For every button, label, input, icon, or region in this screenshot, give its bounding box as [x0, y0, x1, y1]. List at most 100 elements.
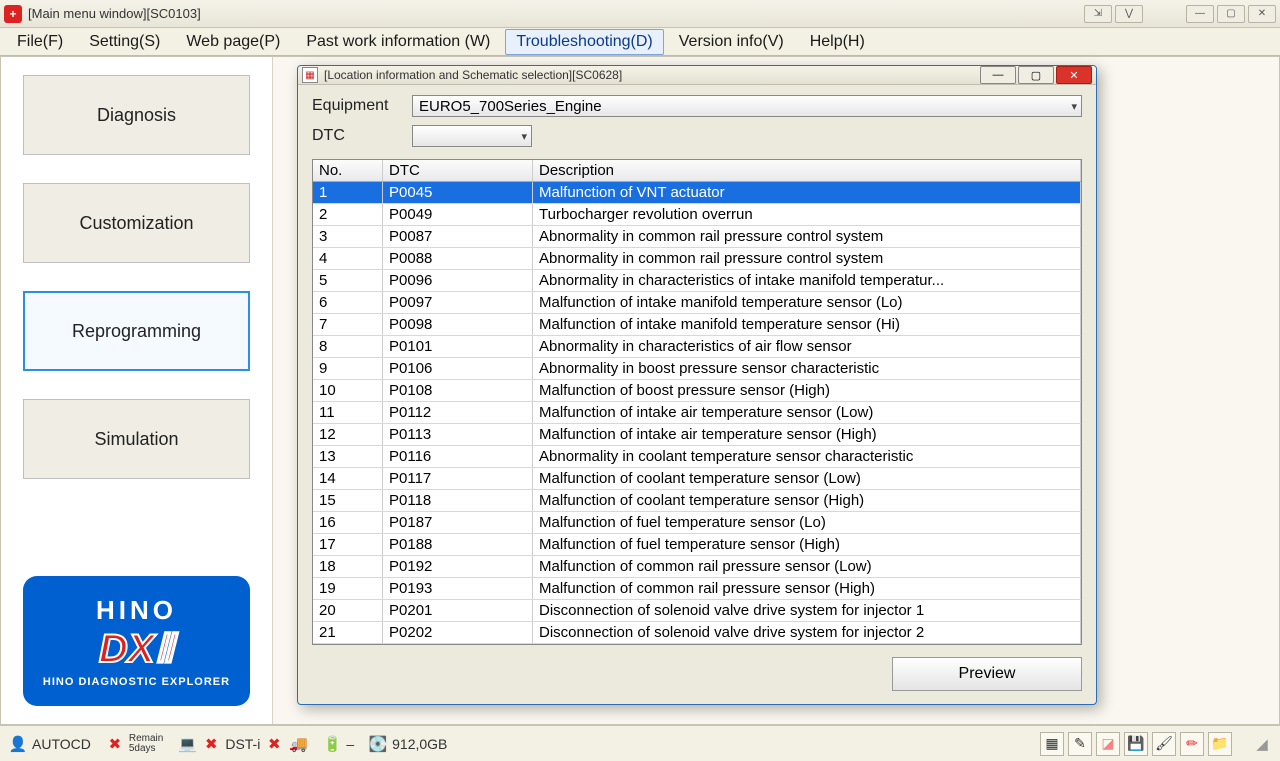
x-icon-2: ✖: [264, 734, 284, 754]
cell-desc: Malfunction of boost pressure sensor (Hi…: [533, 380, 1081, 401]
dialog-icon: ▦: [302, 67, 318, 83]
cell-dtc: P0113: [383, 424, 533, 445]
logo-text-sub: HINO DIAGNOSTIC EXPLORER: [43, 676, 230, 688]
expand-icon[interactable]: ⋁: [1115, 5, 1143, 23]
sidebar-button-diagnosis[interactable]: Diagnosis: [23, 75, 250, 155]
cell-desc: Malfunction of fuel temperature sensor (…: [533, 534, 1081, 555]
resize-grip-icon[interactable]: ◢: [1252, 734, 1272, 754]
cell-no: 6: [313, 292, 383, 313]
disk-chip: 💽 912,0GB: [368, 734, 447, 754]
window-title: [Main menu window][SC0103]: [28, 6, 1081, 21]
cell-no: 4: [313, 248, 383, 269]
cell-desc: Malfunction of fuel temperature sensor (…: [533, 512, 1081, 533]
cell-dtc: P0201: [383, 600, 533, 621]
table-row[interactable]: 7P0098Malfunction of intake manifold tem…: [313, 314, 1081, 336]
col-desc[interactable]: Description: [533, 160, 1081, 181]
table-row[interactable]: 11P0112Malfunction of intake air tempera…: [313, 402, 1081, 424]
table-row[interactable]: 15P0118Malfunction of coolant temperatur…: [313, 490, 1081, 512]
cell-no: 8: [313, 336, 383, 357]
tool-edit-icon[interactable]: ✏: [1180, 732, 1204, 756]
menu-settings[interactable]: Setting(S): [78, 29, 171, 55]
user-name: AUTOCD: [32, 736, 91, 752]
sidebar-button-reprogramming[interactable]: Reprogramming: [23, 291, 250, 371]
cell-desc: Abnormality in characteristics of air fl…: [533, 336, 1081, 357]
preview-button[interactable]: Preview: [892, 657, 1082, 691]
table-row[interactable]: 17P0188Malfunction of fuel temperature s…: [313, 534, 1081, 556]
user-chip: 👤 AUTOCD: [8, 734, 91, 754]
tool-save-icon[interactable]: 💾: [1124, 732, 1148, 756]
dialog-titlebar: ▦ [Location information and Schematic se…: [298, 66, 1096, 85]
cell-no: 10: [313, 380, 383, 401]
restore-down-icon[interactable]: ⇲: [1084, 5, 1112, 23]
logo-text-top: HINO: [96, 595, 177, 626]
cell-desc: Abnormality in common rail pressure cont…: [533, 248, 1081, 269]
table-row[interactable]: 18P0192Malfunction of common rail pressu…: [313, 556, 1081, 578]
cell-no: 12: [313, 424, 383, 445]
dialog-minimize-button[interactable]: —: [980, 66, 1016, 84]
col-no[interactable]: No.: [313, 160, 383, 181]
table-row[interactable]: 13P0116Abnormality in coolant temperatur…: [313, 446, 1081, 468]
minimize-button[interactable]: —: [1186, 5, 1214, 23]
menu-troubleshootingd[interactable]: Troubleshooting(D): [505, 29, 663, 55]
tool-brushes-icon[interactable]: 🖌: [1152, 732, 1176, 756]
table-row[interactable]: 21P0202Disconnection of solenoid valve d…: [313, 622, 1081, 644]
grid-rows[interactable]: 1P0045Malfunction of VNT actuator2P0049T…: [313, 182, 1081, 644]
cell-dtc: P0106: [383, 358, 533, 379]
app-icon: +: [4, 5, 22, 23]
cell-desc: Malfunction of intake manifold temperatu…: [533, 314, 1081, 335]
close-button[interactable]: ✕: [1248, 5, 1276, 23]
menu-filef[interactable]: File(F): [6, 29, 74, 55]
equipment-combo[interactable]: EURO5_700Series_Engine: [412, 95, 1082, 117]
cell-desc: Malfunction of coolant temperature senso…: [533, 490, 1081, 511]
cell-desc: Abnormality in characteristics of intake…: [533, 270, 1081, 291]
cell-no: 1: [313, 182, 383, 203]
table-row[interactable]: 14P0117Malfunction of coolant temperatur…: [313, 468, 1081, 490]
tool-folder-icon[interactable]: 📁: [1208, 732, 1232, 756]
col-dtc[interactable]: DTC: [383, 160, 533, 181]
tool-eraser-icon[interactable]: ◪: [1096, 732, 1120, 756]
cell-no: 19: [313, 578, 383, 599]
dtc-combo[interactable]: [412, 125, 532, 147]
dialog-maximize-button[interactable]: ▢: [1018, 66, 1054, 84]
table-row[interactable]: 20P0201Disconnection of solenoid valve d…: [313, 600, 1081, 622]
battery-icon: 🔋: [322, 734, 342, 754]
menu-versioninfov[interactable]: Version info(V): [668, 29, 795, 55]
menu-webpagep[interactable]: Web page(P): [175, 29, 291, 55]
table-row[interactable]: 4P0088Abnormality in common rail pressur…: [313, 248, 1081, 270]
table-row[interactable]: 6P0097Malfunction of intake manifold tem…: [313, 292, 1081, 314]
cell-dtc: P0101: [383, 336, 533, 357]
table-row[interactable]: 5P0096Abnormality in characteristics of …: [313, 270, 1081, 292]
table-row[interactable]: 12P0113Malfunction of intake air tempera…: [313, 424, 1081, 446]
sidebar-button-simulation[interactable]: Simulation: [23, 399, 250, 479]
battery-chip: 🔋 –: [322, 734, 354, 754]
table-row[interactable]: 8P0101Abnormality in characteristics of …: [313, 336, 1081, 358]
tool-grid-icon[interactable]: ▦: [1040, 732, 1064, 756]
menu-pastworkinformationw[interactable]: Past work information (W): [295, 29, 501, 55]
table-row[interactable]: 1P0045Malfunction of VNT actuator: [313, 182, 1081, 204]
maximize-button[interactable]: ▢: [1217, 5, 1245, 23]
cell-dtc: P0098: [383, 314, 533, 335]
cell-no: 14: [313, 468, 383, 489]
table-row[interactable]: 16P0187Malfunction of fuel temperature s…: [313, 512, 1081, 534]
cell-dtc: P0116: [383, 446, 533, 467]
status-bar: 👤 AUTOCD ✖ Remain 5days 💻 ✖ DST-i ✖ 🚚 🔋 …: [0, 725, 1280, 761]
table-row[interactable]: 2P0049Turbocharger revolution overrun: [313, 204, 1081, 226]
cell-dtc: P0192: [383, 556, 533, 577]
cell-no: 7: [313, 314, 383, 335]
cell-desc: Malfunction of VNT actuator: [533, 182, 1081, 203]
cell-dtc: P0117: [383, 468, 533, 489]
table-row[interactable]: 19P0193Malfunction of common rail pressu…: [313, 578, 1081, 600]
tool-pencil-icon[interactable]: ✎: [1068, 732, 1092, 756]
x-icon: ✖: [201, 734, 221, 754]
table-row[interactable]: 10P0108Malfunction of boost pressure sen…: [313, 380, 1081, 402]
cell-desc: Malfunction of common rail pressure sens…: [533, 578, 1081, 599]
cell-dtc: P0097: [383, 292, 533, 313]
table-row[interactable]: 9P0106Abnormality in boost pressure sens…: [313, 358, 1081, 380]
hino-logo: HINO DXⅡ HINO DIAGNOSTIC EXPLORER: [23, 576, 250, 706]
cell-desc: Malfunction of intake manifold temperatu…: [533, 292, 1081, 313]
table-row[interactable]: 3P0087Abnormality in common rail pressur…: [313, 226, 1081, 248]
sidebar-button-customization[interactable]: Customization: [23, 183, 250, 263]
cell-desc: Malfunction of intake air temperature se…: [533, 402, 1081, 423]
dialog-close-button[interactable]: ✕: [1056, 66, 1092, 84]
menu-helph[interactable]: Help(H): [799, 29, 876, 55]
